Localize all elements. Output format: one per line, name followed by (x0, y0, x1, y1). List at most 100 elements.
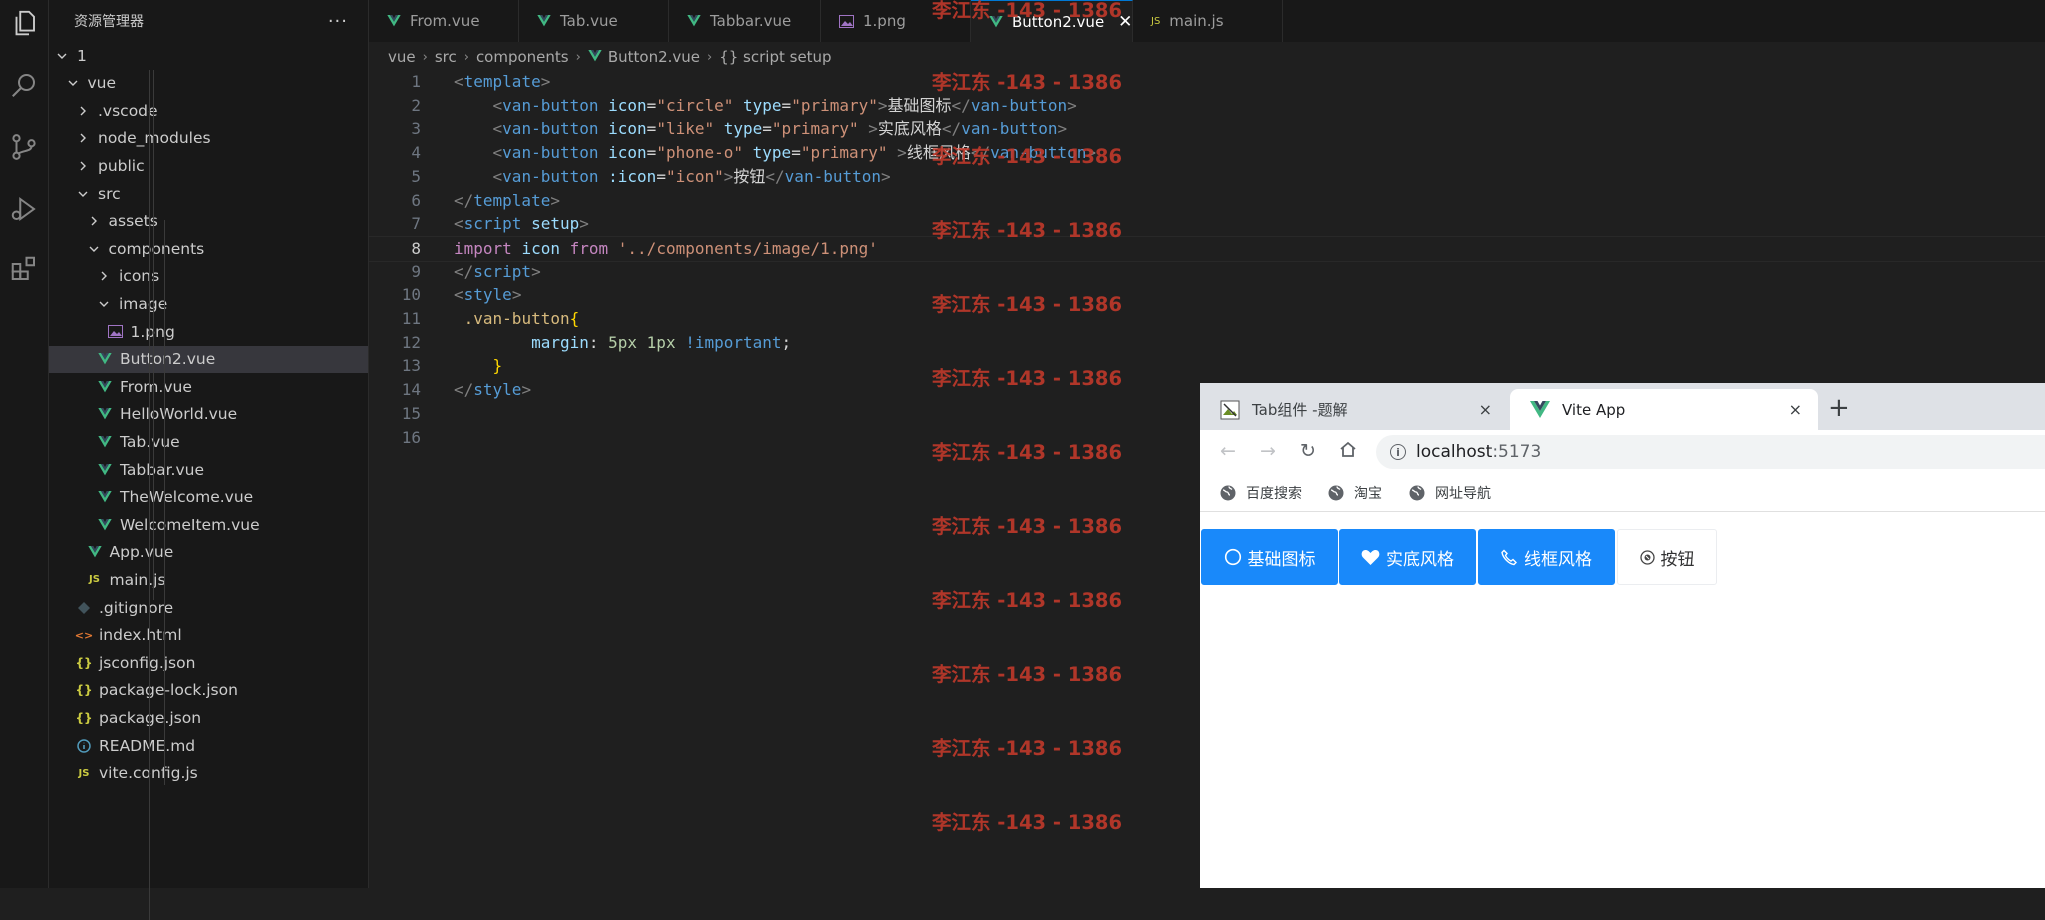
code-token: > (540, 72, 551, 91)
breadcrumb-item[interactable]: Button2.vue (608, 48, 700, 66)
tree-item[interactable]: {} jsconfig.json (49, 649, 368, 676)
breadcrumb-item[interactable]: vue (388, 48, 416, 66)
js-file-icon: JS (89, 574, 100, 586)
code-line[interactable]: 2 <van-button icon="circle" type="primar… (369, 94, 2045, 118)
tree-item[interactable]: TheWelcome.vue (49, 484, 368, 511)
van-button[interactable]: 实底风格 (1339, 529, 1476, 585)
tree-item[interactable]: JS main.js (49, 566, 368, 593)
tree-item[interactable]: Tabbar.vue (49, 456, 368, 483)
code-token: 5px (608, 332, 638, 352)
code-token: = (656, 166, 666, 186)
tree-item[interactable]: assets (49, 208, 368, 235)
code-line[interactable]: 9 </script> (369, 260, 2045, 284)
code-line[interactable]: 3 <van-button icon="like" type="primary"… (369, 117, 2045, 141)
bookmark-item[interactable]: 网址导航 (1409, 483, 1491, 503)
watermark-text: 李江东 -143 - 1386 (932, 515, 1123, 538)
code-token: "phone-o" (656, 143, 744, 163)
code-line[interactable]: 1 <template> (369, 70, 2045, 94)
source-control-icon[interactable] (7, 130, 41, 164)
van-button[interactable]: 按钮 (1617, 529, 1717, 585)
breadcrumb-item[interactable]: components (476, 48, 569, 66)
home-icon[interactable] (1336, 440, 1360, 463)
extensions-icon[interactable] (7, 252, 41, 286)
code-token: < (492, 95, 503, 115)
explorer-icon[interactable] (7, 6, 41, 40)
van-button[interactable]: 线框风格 (1478, 529, 1615, 585)
back-arrow-icon[interactable]: ← (1216, 440, 1240, 462)
tree-item[interactable]: Tab.vue (49, 428, 368, 455)
editor-tab-label: Tabbar.vue (710, 12, 792, 30)
browser-tab-label: Tab组件 -题解 (1252, 401, 1348, 419)
watermark-text: 李江东 -143 - 1386 (932, 293, 1123, 316)
tree-item[interactable]: {} package-lock.json (49, 677, 368, 704)
site-info-icon[interactable]: i (1390, 444, 1406, 460)
new-tab-button[interactable]: + (1828, 393, 1850, 423)
tree-item-label: package.json (99, 708, 202, 727)
line-number: 9 (411, 261, 421, 281)
code-line[interactable]: 7 <script setup> (369, 212, 2045, 236)
more-actions-icon[interactable]: ··· (328, 11, 348, 32)
search-icon[interactable] (7, 68, 41, 102)
code-line[interactable]: 11 .van-button{ (369, 307, 2045, 331)
tree-item[interactable]: vue (49, 70, 368, 97)
close-icon[interactable]: × (1479, 400, 1492, 419)
tree-item[interactable]: Button2.vue (49, 345, 368, 373)
tree-item[interactable]: icons (49, 263, 368, 290)
code-token: = (791, 143, 801, 163)
breadcrumb-item[interactable]: src (435, 48, 457, 66)
tree-item[interactable]: 1.png (49, 318, 368, 345)
js-file-icon: JS (78, 767, 90, 779)
tree-item[interactable]: 1 (49, 42, 368, 69)
run-debug-icon[interactable] (7, 192, 41, 226)
van-button[interactable]: 基础图标 (1201, 529, 1338, 585)
tree-item[interactable]: HelloWorld.vue (49, 401, 368, 428)
forward-arrow-icon[interactable]: → (1256, 440, 1280, 462)
tree-item[interactable]: App.vue (49, 539, 368, 566)
vue-file-icon (97, 518, 113, 531)
editor-tab[interactable]: From.vue (369, 0, 519, 42)
code-token: style (473, 380, 522, 400)
tree-item-label: README.md (99, 736, 196, 755)
editor-tab[interactable]: JS main.js (1133, 0, 1283, 42)
tree-item[interactable]: <> index.html (49, 622, 368, 649)
code-line[interactable]: 4 <van-button icon="phone-o" type="prima… (369, 141, 2045, 165)
editor-tab[interactable]: Tabbar.vue (669, 0, 821, 42)
tree-item[interactable]: components (49, 235, 368, 262)
json-file-icon: {} (75, 655, 93, 670)
tree-item[interactable]: WelcomeItem.vue (49, 511, 368, 538)
code-token: } (492, 356, 503, 376)
address-bar[interactable]: i localhost:5173 (1376, 435, 2045, 469)
code-line[interactable]: 6 </template> (369, 189, 2045, 213)
code-line[interactable]: 10 <style> (369, 283, 2045, 307)
browser-tab-tab-component[interactable]: Tab组件 -题解 × (1200, 389, 1508, 430)
reload-icon[interactable]: ↻ (1296, 440, 1320, 462)
tree-item[interactable]: From.vue (49, 373, 368, 400)
bookmark-item[interactable]: 淘宝 (1328, 483, 1382, 503)
tree-item[interactable]: src (49, 180, 368, 207)
breadcrumb-item[interactable]: {} script setup (719, 48, 831, 66)
bookmarks-bar: 百度搜索 淘宝 网址导航 (1200, 474, 2045, 512)
tree-item[interactable]: .gitignore (49, 594, 368, 621)
bookmark-item[interactable]: 百度搜索 (1220, 483, 1302, 503)
tree-item[interactable]: JSvite.config.js (49, 760, 368, 787)
code-line[interactable]: 5 <van-button :icon="icon">按钮</van-butto… (369, 165, 2045, 189)
chevron-down-icon (87, 243, 101, 255)
editor-tab[interactable]: Tab.vue (519, 0, 669, 42)
chevron-down-icon (97, 298, 111, 310)
vue-file-icon (588, 48, 602, 66)
explorer-header: 资源管理器 ··· (49, 0, 368, 42)
breadcrumb: vue › src › components › Button2.vue › {} script… (388, 46, 832, 68)
tree-item[interactable]: README.md (49, 732, 368, 759)
tree-item[interactable]: image (49, 290, 368, 317)
close-icon[interactable]: × (1789, 400, 1802, 419)
tree-item[interactable]: public (49, 152, 368, 179)
tree-item[interactable]: .vscode (49, 97, 368, 124)
globe-icon (1409, 485, 1425, 501)
code-line[interactable]: 13 } (369, 354, 2045, 378)
code-line[interactable]: 12 margin: 5px 1px !important; (369, 331, 2045, 355)
tree-item[interactable]: node_modules (49, 125, 368, 152)
code-line[interactable]: 8 import icon from '../components/image/1… (369, 235, 2045, 262)
browser-tab-vite-app[interactable]: Vite App × (1510, 389, 1818, 430)
tree-item[interactable]: {} package.json (49, 704, 368, 731)
